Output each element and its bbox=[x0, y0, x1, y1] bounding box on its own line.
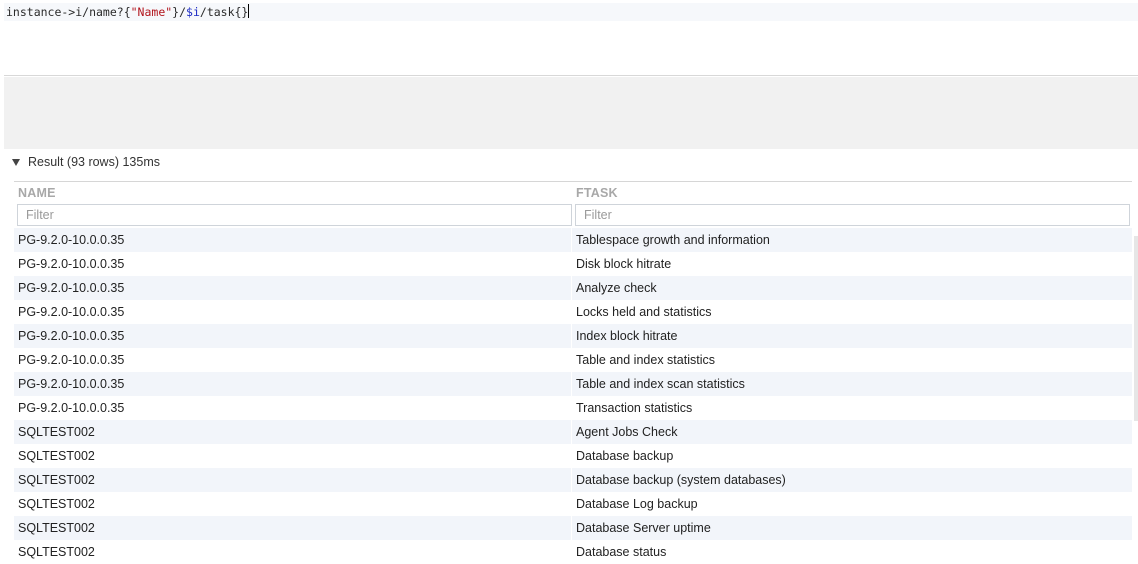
table-row[interactable]: SQLTEST002 Database backup bbox=[14, 444, 1132, 468]
result-grid: NAME FTASK PG-9.2.0-10.0.0.35 Tablespace … bbox=[14, 181, 1132, 564]
cell-ftask: Transaction statistics bbox=[576, 401, 693, 415]
cell-ftask: Locks held and statistics bbox=[576, 305, 712, 319]
cell-name: PG-9.2.0-10.0.0.35 bbox=[18, 329, 125, 343]
collapse-triangle-icon[interactable] bbox=[12, 158, 20, 166]
cell-ftask: Database Server uptime bbox=[576, 521, 711, 535]
grid-body: PG-9.2.0-10.0.0.35 Tablespace growth and … bbox=[14, 228, 1132, 564]
cell-name: PG-9.2.0-10.0.0.35 bbox=[18, 305, 125, 319]
column-divider bbox=[571, 420, 572, 444]
column-header-ftask[interactable]: FTASK bbox=[576, 186, 618, 200]
column-divider bbox=[571, 516, 572, 540]
table-row[interactable]: SQLTEST002 Database backup (system databa… bbox=[14, 468, 1132, 492]
table-row[interactable]: PG-9.2.0-10.0.0.35 Table and index scan s… bbox=[14, 372, 1132, 396]
column-divider bbox=[571, 276, 572, 300]
query-token-plain: /task{} bbox=[199, 5, 249, 19]
cell-ftask: Database status bbox=[576, 545, 667, 559]
cell-ftask: Table and index statistics bbox=[576, 353, 715, 367]
cell-ftask: Database Log backup bbox=[576, 497, 698, 511]
cell-name: PG-9.2.0-10.0.0.35 bbox=[18, 233, 125, 247]
cell-name: SQLTEST002 bbox=[18, 521, 95, 535]
cell-name: PG-9.2.0-10.0.0.35 bbox=[18, 377, 125, 391]
cell-ftask: Database backup bbox=[576, 449, 674, 463]
column-divider bbox=[571, 324, 572, 348]
table-row[interactable]: PG-9.2.0-10.0.0.35 Index block hitrate bbox=[14, 324, 1132, 348]
cell-ftask: Disk block hitrate bbox=[576, 257, 672, 271]
cell-name: SQLTEST002 bbox=[18, 449, 95, 463]
result-summary: Result (93 rows) 135ms bbox=[28, 155, 160, 169]
column-divider bbox=[571, 468, 572, 492]
cell-name: PG-9.2.0-10.0.0.35 bbox=[18, 257, 125, 271]
table-row[interactable]: PG-9.2.0-10.0.0.35 Tablespace growth and … bbox=[14, 228, 1132, 252]
table-row[interactable]: SQLTEST002 Database Log backup bbox=[14, 492, 1132, 516]
text-cursor bbox=[248, 4, 250, 18]
cell-name: SQLTEST002 bbox=[18, 545, 95, 559]
cell-name: PG-9.2.0-10.0.0.35 bbox=[18, 401, 125, 415]
cell-name: PG-9.2.0-10.0.0.35 bbox=[18, 353, 125, 367]
editor-splitter-area bbox=[4, 77, 1138, 149]
filter-row bbox=[14, 202, 1132, 228]
vertical-scrollbar[interactable] bbox=[1134, 236, 1138, 421]
column-divider bbox=[571, 492, 572, 516]
cell-name: SQLTEST002 bbox=[18, 473, 95, 487]
cell-ftask: Database backup (system databases) bbox=[576, 473, 786, 487]
grid-header-row: NAME FTASK bbox=[14, 182, 1132, 202]
column-header-name[interactable]: NAME bbox=[18, 186, 56, 200]
column-divider bbox=[571, 444, 572, 468]
table-row[interactable]: SQLTEST002 Database Server uptime bbox=[14, 516, 1132, 540]
cell-ftask: Table and index scan statistics bbox=[576, 377, 745, 391]
cell-name: PG-9.2.0-10.0.0.35 bbox=[18, 281, 125, 295]
cell-ftask: Index block hitrate bbox=[576, 329, 678, 343]
result-header[interactable]: Result (93 rows) 135ms bbox=[12, 153, 160, 171]
column-divider bbox=[571, 348, 572, 372]
query-token-plain: }/ bbox=[172, 5, 187, 19]
table-row[interactable]: PG-9.2.0-10.0.0.35 Transaction statistics bbox=[14, 396, 1132, 420]
query-line[interactable]: instance->i/name?{"Name"}/$i/task{} bbox=[4, 3, 1138, 21]
table-row[interactable]: PG-9.2.0-10.0.0.35 Locks held and statist… bbox=[14, 300, 1132, 324]
table-row[interactable]: PG-9.2.0-10.0.0.35 Analyze check bbox=[14, 276, 1132, 300]
table-row[interactable]: SQLTEST002 Database status bbox=[14, 540, 1132, 564]
column-divider bbox=[571, 300, 572, 324]
column-divider bbox=[571, 540, 572, 564]
table-row[interactable]: PG-9.2.0-10.0.0.35 Disk block hitrate bbox=[14, 252, 1132, 276]
query-token-var: $i bbox=[186, 5, 200, 19]
column-divider bbox=[571, 228, 572, 252]
cell-name: SQLTEST002 bbox=[18, 497, 95, 511]
cell-name: SQLTEST002 bbox=[18, 425, 95, 439]
query-token-plain: instance->i/name?{ bbox=[6, 5, 131, 19]
query-editor[interactable]: instance->i/name?{"Name"}/$i/task{} bbox=[4, 0, 1138, 76]
ftask-filter-input[interactable] bbox=[575, 204, 1130, 226]
table-row[interactable]: SQLTEST002 Agent Jobs Check bbox=[14, 420, 1132, 444]
column-divider bbox=[571, 372, 572, 396]
column-divider bbox=[571, 252, 572, 276]
cell-ftask: Agent Jobs Check bbox=[576, 425, 678, 439]
column-divider bbox=[571, 396, 572, 420]
cell-ftask: Tablespace growth and information bbox=[576, 233, 770, 247]
name-filter-input[interactable] bbox=[17, 204, 572, 226]
query-token-string: "Name" bbox=[130, 5, 173, 19]
table-row[interactable]: PG-9.2.0-10.0.0.35 Table and index statis… bbox=[14, 348, 1132, 372]
cell-ftask: Analyze check bbox=[576, 281, 657, 295]
